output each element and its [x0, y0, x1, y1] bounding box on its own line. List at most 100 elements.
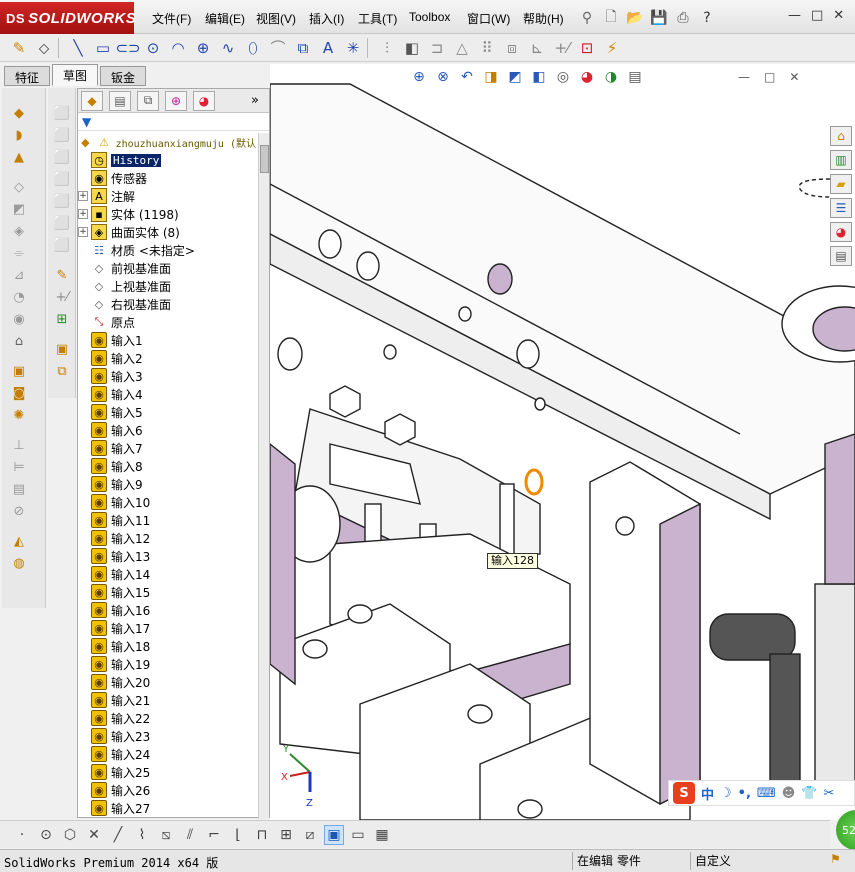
tree-item-import[interactable]: ◉ 输入20 — [78, 673, 256, 691]
fillet-icon[interactable]: ⌒ — [267, 37, 289, 59]
tree-item-import[interactable]: ◉ 输入27 — [78, 799, 256, 817]
tree-item-import[interactable]: ◉ 输入15 — [78, 583, 256, 601]
tree-item-import[interactable]: ◉ 输入12 — [78, 529, 256, 547]
point-icon[interactable]: ✳ — [342, 37, 364, 59]
tree-item-import[interactable]: ◉ 输入17 — [78, 619, 256, 637]
tree-item-import[interactable]: ◉ 输入25 — [78, 763, 256, 781]
tree-item-sensors[interactable]: ◉ 传感器 — [78, 169, 256, 187]
view-settings-icon[interactable]: ▤ — [626, 68, 644, 86]
cross-icon[interactable]: ✕ — [84, 825, 104, 845]
tree-item-import[interactable]: ◉ 输入1 — [78, 331, 256, 349]
ime-toolbar[interactable]: S 中 ☽ •, ⌨ ☻ 👕 ✂ — [668, 780, 855, 806]
shell-icon[interactable]: ⌂ — [10, 332, 28, 350]
cube-outline-icon[interactable]: ⬜ — [53, 236, 71, 254]
menu-view[interactable]: 视图(V) — [256, 10, 296, 27]
scrollbar-thumb[interactable] — [260, 145, 269, 173]
sketch-icon[interactable]: ✎ — [8, 37, 30, 59]
hole-wizard-icon[interactable]: ⊘ — [10, 502, 28, 520]
tree-item-import[interactable]: ◉ 输入2 — [78, 349, 256, 367]
expand-tabs-icon[interactable]: » — [251, 93, 259, 108]
tree-item-import[interactable]: ◉ 输入4 — [78, 385, 256, 403]
swept-cut-icon[interactable]: ◈ — [10, 222, 28, 240]
tree-item-import[interactable]: ◉ 输入26 — [78, 781, 256, 799]
ime-moon-icon[interactable]: ☽ — [720, 786, 732, 801]
tree-item-import[interactable]: ◉ 输入10 — [78, 493, 256, 511]
tree-item-import[interactable]: ◉ 输入18 — [78, 637, 256, 655]
ime-punctuation-icon[interactable]: •, — [738, 786, 751, 801]
tree-item-import[interactable]: ◉ 输入24 — [78, 745, 256, 763]
cube-outline-icon[interactable]: ⬜ — [53, 126, 71, 144]
circle-icon[interactable]: ⊙ — [36, 825, 56, 845]
tree-item-import[interactable]: ◉ 输入9 — [78, 475, 256, 493]
offset-icon[interactable]: ⊐ — [426, 37, 448, 59]
smart-dimension-icon[interactable]: ⬦ — [33, 37, 55, 59]
expand-icon[interactable]: + — [78, 191, 88, 201]
tree-item-import[interactable]: ◉ 输入5 — [78, 403, 256, 421]
quick-snaps-icon[interactable]: ⊡ — [576, 37, 598, 59]
tree-item-import[interactable]: ◉ 输入8 — [78, 457, 256, 475]
instant3d-icon[interactable]: ▤ — [10, 480, 28, 498]
dotted-corner-icon[interactable]: ⌊ — [228, 825, 248, 845]
tree-item-top-plane[interactable]: ◇ 上视基准面 — [78, 277, 256, 295]
file-explorer-icon[interactable]: ▰ — [830, 174, 852, 194]
print-icon[interactable]: ⎙ — [674, 9, 692, 27]
menu-help[interactable]: 帮助(H) — [523, 10, 564, 27]
lofted-cut-icon[interactable]: ⌯ — [10, 244, 28, 262]
draft-icon[interactable]: ✺ — [10, 406, 28, 424]
minimize-button[interactable]: — — [788, 8, 801, 23]
repair-sketch-icon[interactable]: +⁄ — [551, 37, 573, 59]
display-manager-tab[interactable]: ◕ — [193, 90, 215, 111]
view-orientation-icon[interactable]: ◩ — [506, 68, 524, 86]
sketch-fillet-icon[interactable]: ⌇ — [132, 825, 152, 845]
menu-tools[interactable]: 工具(T) — [358, 10, 397, 27]
extrude-cut-icon[interactable]: ◇ — [10, 178, 28, 196]
tree-root[interactable]: ◆ ⚠ zhouzhuanxiangmuju (默认 — [78, 133, 256, 151]
feature-filter[interactable]: ▼ — [78, 115, 269, 131]
dome-icon[interactable]: ◙ — [10, 384, 28, 402]
linear-pattern-icon[interactable]: ⠿ — [476, 37, 498, 59]
model-canvas[interactable]: Y X Z — [270, 64, 855, 820]
menu-toolbox[interactable]: Toolbox — [409, 10, 450, 24]
spline-icon[interactable]: ∿ — [217, 37, 239, 59]
open-folder-icon[interactable]: 📂 — [626, 9, 644, 27]
display-delete-relations-icon[interactable]: ⊞ — [53, 310, 71, 328]
expand-icon[interactable]: + — [78, 227, 88, 237]
hide-show-icon[interactable]: ◎ — [554, 68, 572, 86]
sweep-icon[interactable]: ▲ — [10, 148, 28, 166]
edit-appearance-icon[interactable]: ◕ — [578, 68, 596, 86]
convert-entities-icon[interactable]: ◧ — [401, 37, 423, 59]
cube-outline-icon[interactable]: ⬜ — [53, 214, 71, 232]
table-view-icon[interactable]: ▦ — [372, 825, 392, 845]
tree-item-import[interactable]: ◉ 输入14 — [78, 565, 256, 583]
tree-item-front-plane[interactable]: ◇ 前视基准面 — [78, 259, 256, 277]
tree-item-annotations[interactable]: + A 注解 — [78, 187, 256, 205]
save-icon[interactable]: 💾 — [650, 9, 668, 27]
revolve-cut-icon[interactable]: ◩ — [10, 200, 28, 218]
feature-tree-tab[interactable]: ◆ — [81, 90, 103, 111]
rapid-sketch-icon[interactable]: ⚡ — [601, 37, 623, 59]
ime-chinese-mode[interactable]: 中 — [701, 784, 714, 803]
design-library-icon[interactable]: ▥ — [830, 150, 852, 170]
tab-features[interactable]: 特征 — [4, 66, 51, 86]
configuration-manager-tab[interactable]: ⧉ — [137, 90, 159, 111]
tree-item-import[interactable]: ◉ 输入16 — [78, 601, 256, 619]
tree-item-import[interactable]: ◉ 输入22 — [78, 709, 256, 727]
mirror-icon[interactable]: △ — [451, 37, 473, 59]
cube-outline-icon[interactable]: ⬜ — [53, 192, 71, 210]
keyboard-icon[interactable]: ⌨ — [757, 786, 776, 801]
expand-icon[interactable]: + — [78, 209, 88, 219]
slash-icon[interactable]: ╱ — [108, 825, 128, 845]
tree-item-import[interactable]: ◉ 输入6 — [78, 421, 256, 439]
menu-edit[interactable]: 编辑(E) — [205, 10, 245, 27]
status-custom-units[interactable]: 自定义 — [690, 852, 800, 870]
move-entities-icon[interactable]: ⧈ — [501, 37, 523, 59]
home-icon[interactable]: ⌂ — [830, 126, 852, 146]
rebuild-icon[interactable]: ⚑ — [830, 852, 841, 866]
edit-sketch-icon[interactable]: ✎ — [53, 266, 71, 284]
dimxpert-manager-tab[interactable]: ⊕ — [165, 90, 187, 111]
reference-geometry-icon[interactable]: ⊥ — [10, 436, 28, 454]
block-icon[interactable]: ▣ — [53, 340, 71, 358]
slot-icon[interactable]: ⊂⊃ — [115, 37, 140, 59]
custom-properties-icon[interactable]: ▤ — [830, 246, 852, 266]
property-manager-tab[interactable]: ▤ — [109, 90, 131, 111]
